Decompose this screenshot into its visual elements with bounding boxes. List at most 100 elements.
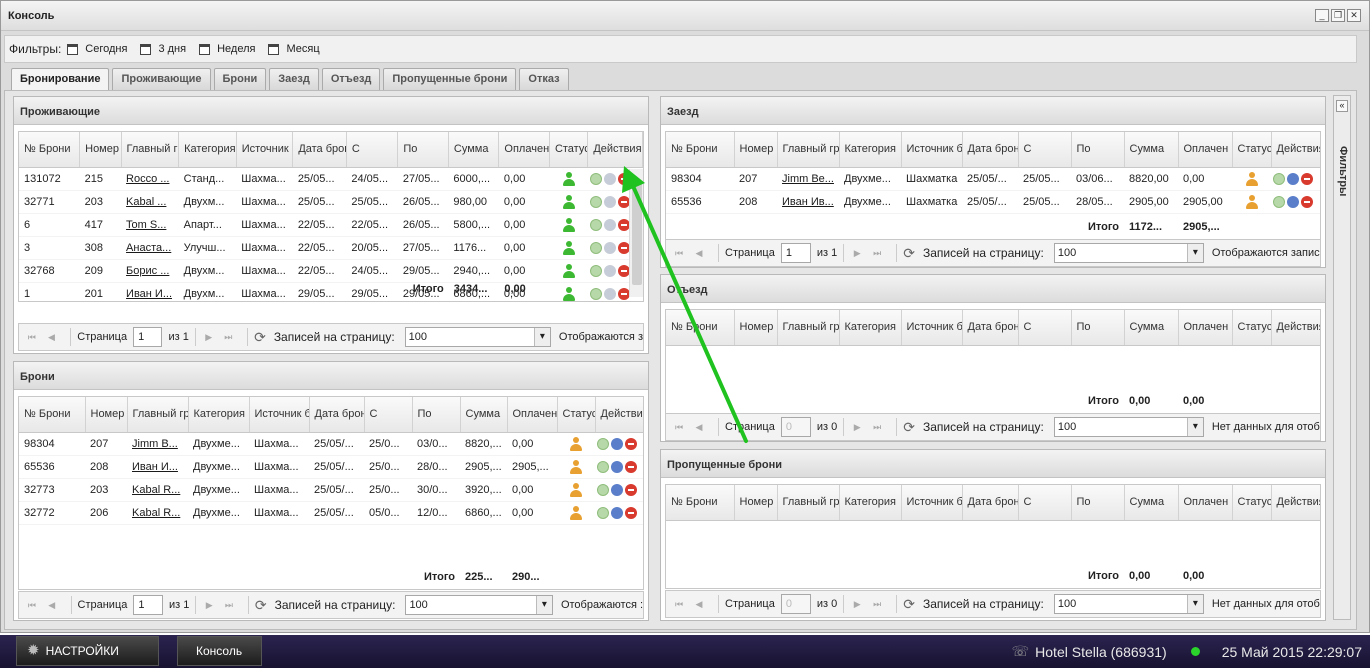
collapse-icon[interactable]: « bbox=[1336, 100, 1348, 112]
refresh-icon[interactable]: ⟳ bbox=[254, 329, 266, 346]
check-in-icon[interactable] bbox=[1273, 195, 1285, 208]
filter-month-button[interactable]: Месяц bbox=[268, 43, 320, 55]
column-header[interactable]: Категория bbox=[188, 397, 250, 433]
column-header[interactable]: Сумма bbox=[1124, 485, 1179, 521]
column-header[interactable]: Номер bbox=[734, 485, 778, 521]
first-page-icon[interactable]: ⏮ bbox=[672, 422, 686, 433]
column-header[interactable]: Номер bbox=[734, 132, 778, 168]
guest-link[interactable]: Иван И... bbox=[127, 455, 188, 479]
column-header[interactable]: Главный гр bbox=[127, 397, 189, 433]
tab-residents[interactable]: Проживающие bbox=[112, 68, 211, 90]
tab-checkin[interactable]: Заезд bbox=[269, 68, 319, 90]
console-task-button[interactable]: Консоль bbox=[177, 636, 262, 666]
per-page-select[interactable]: 100 bbox=[1053, 417, 1204, 437]
next-page-icon[interactable]: ▶ bbox=[850, 599, 864, 610]
column-header[interactable]: № Брони bbox=[19, 397, 86, 433]
column-header[interactable]: Главный г bbox=[121, 132, 180, 168]
guests-icon[interactable] bbox=[611, 437, 623, 450]
tab-checkout[interactable]: Отъезд bbox=[321, 68, 381, 90]
table-row[interactable]: 32771 203 Kabal ... Двухм... Шахма... 25/05..… bbox=[19, 190, 643, 214]
column-header[interactable]: По bbox=[1071, 310, 1125, 346]
tab-booking[interactable]: Бронирование bbox=[11, 68, 110, 91]
guest-link[interactable]: Анаста... bbox=[121, 236, 179, 260]
column-header[interactable]: Источник б bbox=[249, 397, 310, 433]
close-button[interactable]: ✕ bbox=[1347, 9, 1361, 22]
last-page-icon[interactable]: ⏭ bbox=[222, 600, 236, 611]
table-row[interactable]: 131072 215 Rocco ... Станд... Шахма... 25/05.… bbox=[19, 167, 643, 191]
refresh-icon[interactable]: ⟳ bbox=[903, 596, 915, 613]
per-page-select[interactable]: 100 bbox=[405, 595, 553, 615]
filters-sidebar[interactable]: « Фильтры bbox=[1333, 95, 1351, 620]
check-in-icon[interactable] bbox=[589, 218, 602, 231]
prev-page-icon[interactable]: ◀ bbox=[45, 600, 59, 611]
column-header[interactable]: № Брони bbox=[666, 310, 735, 346]
first-page-icon[interactable]: ⏮ bbox=[25, 600, 39, 611]
column-header[interactable]: С bbox=[346, 132, 399, 168]
per-page-select[interactable]: 100 bbox=[1053, 594, 1204, 614]
cancel-icon[interactable] bbox=[625, 483, 637, 496]
table-row[interactable]: 6 417 Tom S... Апарт... Шахма... 22/05... 22/0… bbox=[19, 213, 643, 237]
column-header[interactable]: По bbox=[412, 397, 461, 433]
refresh-icon[interactable]: ⟳ bbox=[255, 597, 267, 614]
cancel-icon[interactable] bbox=[625, 437, 637, 450]
last-page-icon[interactable]: ⏭ bbox=[870, 422, 884, 433]
check-in-icon[interactable] bbox=[597, 437, 609, 450]
column-header[interactable]: С bbox=[1018, 485, 1072, 521]
check-in-icon[interactable] bbox=[589, 241, 602, 254]
guest-link[interactable]: Иван Ив... bbox=[777, 190, 839, 214]
column-header[interactable]: Категория bbox=[839, 132, 902, 168]
column-header[interactable]: Категория bbox=[839, 485, 902, 521]
refresh-icon[interactable]: ⟳ bbox=[903, 419, 915, 436]
guests-icon[interactable] bbox=[603, 241, 616, 254]
page-input[interactable]: 0 bbox=[780, 594, 811, 614]
page-input[interactable]: 1 bbox=[133, 595, 163, 615]
column-header[interactable]: Главный гр bbox=[777, 132, 840, 168]
column-header[interactable]: № Брони bbox=[666, 485, 735, 521]
page-input[interactable]: 1 bbox=[133, 327, 163, 347]
column-header[interactable]: Номер bbox=[734, 310, 778, 346]
column-header[interactable]: Дата бронирова bbox=[962, 310, 1019, 346]
column-header[interactable]: Дата бронирова bbox=[962, 132, 1019, 168]
table-row[interactable]: 32772 206 Kabal R... Двухме... Шахма... 25/05… bbox=[19, 501, 643, 525]
scroll-thumb[interactable] bbox=[632, 181, 642, 285]
column-header[interactable]: Статус bbox=[1232, 310, 1272, 346]
tab-bookings[interactable]: Брони bbox=[213, 68, 267, 90]
check-in-icon[interactable] bbox=[589, 195, 602, 208]
guest-link[interactable]: Kabal R... bbox=[127, 478, 188, 502]
next-page-icon[interactable]: ▶ bbox=[202, 332, 216, 343]
column-header[interactable]: Оплачен bbox=[507, 397, 558, 433]
guests-icon[interactable] bbox=[603, 195, 616, 208]
column-header[interactable]: Дата бронирова bbox=[292, 132, 347, 168]
column-header[interactable]: Оплачен bbox=[1178, 310, 1233, 346]
per-page-select[interactable]: 100 bbox=[404, 327, 551, 347]
check-in-icon[interactable] bbox=[589, 264, 602, 277]
column-header[interactable]: С bbox=[1018, 132, 1072, 168]
first-page-icon[interactable]: ⏮ bbox=[25, 332, 39, 343]
restore-button[interactable]: ❐ bbox=[1331, 9, 1345, 22]
refresh-icon[interactable]: ⟳ bbox=[903, 245, 915, 262]
guests-icon[interactable] bbox=[1287, 172, 1299, 185]
column-header[interactable]: Главный гр bbox=[777, 310, 840, 346]
column-header[interactable]: Источник б bbox=[901, 310, 963, 346]
column-header[interactable]: Главный гр bbox=[777, 485, 840, 521]
last-page-icon[interactable]: ⏭ bbox=[870, 248, 884, 259]
column-header[interactable]: По bbox=[397, 132, 449, 168]
guests-icon[interactable] bbox=[611, 460, 623, 473]
column-header[interactable]: Статус bbox=[1232, 132, 1272, 168]
prev-page-icon[interactable]: ◀ bbox=[692, 248, 706, 259]
tab-refusal[interactable]: Отказ bbox=[519, 68, 569, 90]
table-row[interactable]: 32773 203 Kabal R... Двухме... Шахма... 25/05… bbox=[19, 478, 643, 502]
last-page-icon[interactable]: ⏭ bbox=[221, 332, 235, 343]
filter-today-button[interactable]: Сегодня bbox=[67, 43, 127, 55]
cancel-icon[interactable] bbox=[625, 506, 637, 519]
prev-page-icon[interactable]: ◀ bbox=[45, 332, 59, 343]
last-page-icon[interactable]: ⏭ bbox=[870, 599, 884, 610]
settings-button[interactable]: ✹ НАСТРОЙКИ bbox=[16, 636, 159, 666]
column-header[interactable]: Сумма bbox=[448, 132, 500, 168]
column-header[interactable]: Оплачен bbox=[1178, 132, 1233, 168]
column-header[interactable]: Действия bbox=[1271, 485, 1320, 521]
guests-icon[interactable] bbox=[603, 172, 616, 185]
next-page-icon[interactable]: ▶ bbox=[850, 422, 864, 433]
column-header[interactable]: Оплачен bbox=[498, 132, 550, 168]
column-header[interactable]: Сумма bbox=[460, 397, 508, 433]
